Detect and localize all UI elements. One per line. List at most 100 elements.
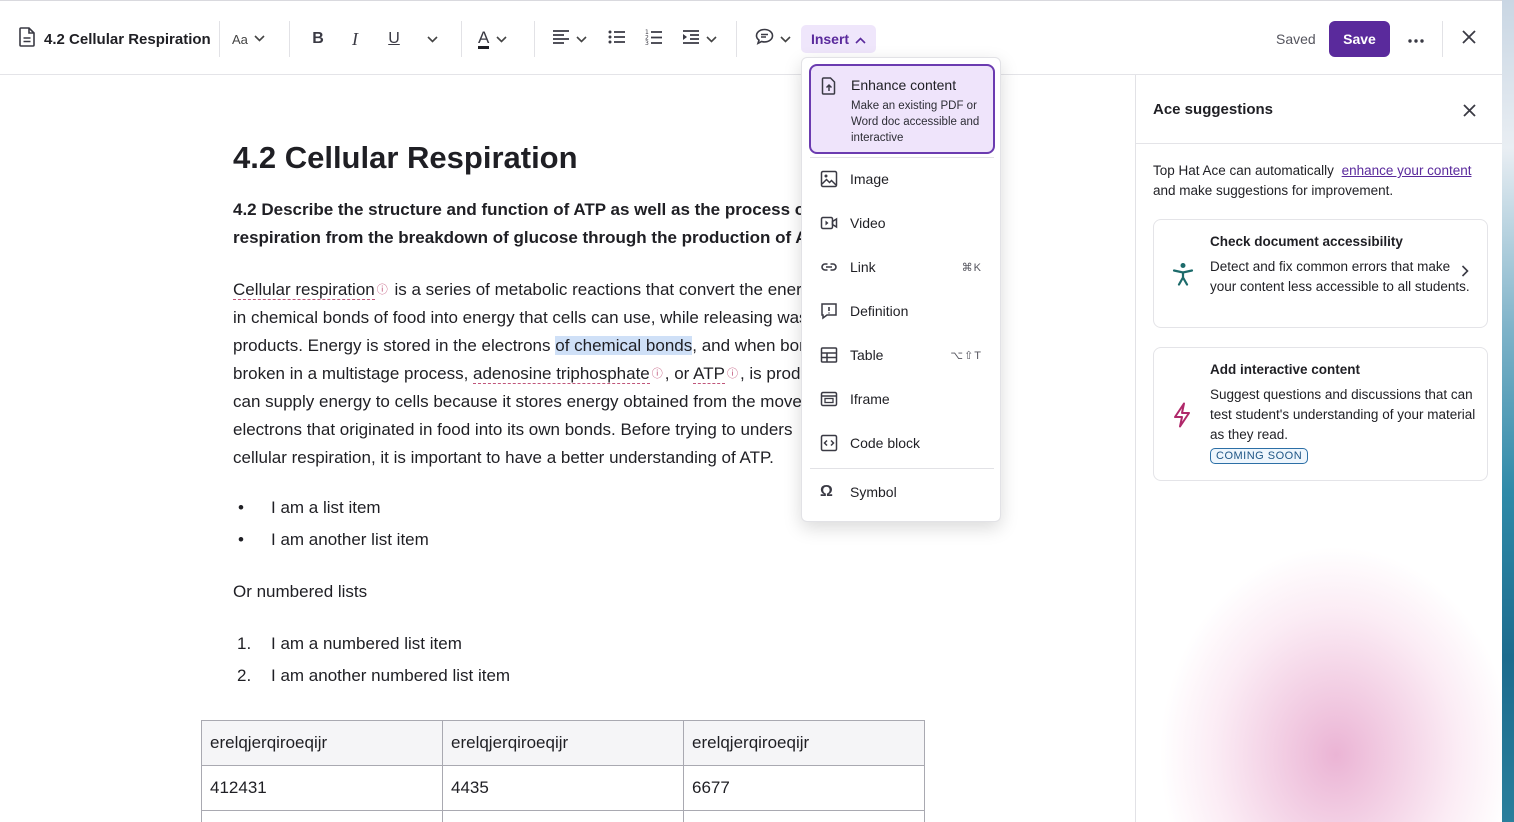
definition-marker-icon[interactable]: ⓘ xyxy=(377,284,388,296)
intro-text: Top Hat Ace can automatically xyxy=(1153,163,1334,178)
comment-icon xyxy=(755,28,774,50)
ace-suggestions-panel: Ace suggestions Top Hat Ace can automati… xyxy=(1135,75,1502,822)
menu-item-image[interactable]: Image xyxy=(802,161,1000,197)
insert-button[interactable]: Insert xyxy=(801,25,876,53)
paragraph-line: can supply energy to cells because it st… xyxy=(233,392,802,411)
table-row xyxy=(201,810,925,822)
enhance-content-description: Make an existing PDF or Word doc accessi… xyxy=(851,100,980,144)
menu-item-code-block[interactable]: Code block xyxy=(802,425,1000,461)
paragraph-text: is a series of metabolic reactions that … xyxy=(394,280,802,299)
chevron-down-icon xyxy=(496,30,507,48)
menu-item-label: Image xyxy=(850,171,889,187)
font-size-dropdown[interactable]: Aa xyxy=(232,25,265,53)
definition-marker-icon[interactable]: ⓘ xyxy=(727,368,738,380)
panel-title: Ace suggestions xyxy=(1153,101,1274,118)
align-left-icon xyxy=(552,29,570,50)
indent-icon xyxy=(682,29,700,50)
menu-item-iframe[interactable]: Iframe xyxy=(802,381,1000,417)
accessibility-icon xyxy=(1172,262,1194,286)
enhance-content-option[interactable]: Enhance content Make an existing PDF or … xyxy=(809,64,995,154)
table-cell[interactable] xyxy=(442,810,684,822)
align-dropdown[interactable] xyxy=(552,25,587,53)
menu-item-label: Video xyxy=(850,215,886,231)
menu-divider xyxy=(810,157,994,158)
document-title: 4.2 Cellular Respiration xyxy=(44,30,211,48)
table-row: 412431 4435 6677 xyxy=(201,765,925,811)
more-horizontal-icon xyxy=(1408,30,1424,48)
table-cell[interactable]: 412431 xyxy=(201,765,443,811)
chevron-down-icon xyxy=(706,30,717,48)
underline-button[interactable]: U xyxy=(380,25,408,53)
more-formatting-dropdown[interactable] xyxy=(418,25,446,53)
close-editor-button[interactable] xyxy=(1455,25,1483,53)
table-cell[interactable] xyxy=(683,810,925,822)
italic-button[interactable]: I xyxy=(341,25,369,53)
check-accessibility-card[interactable]: Check document accessibility Detect and … xyxy=(1153,219,1488,328)
data-table: erelqjerqiroeqijr erelqjerqiroeqijr erel… xyxy=(201,720,925,822)
paragraph-line: broken in a multistage process, adenosin… xyxy=(233,360,813,388)
numbered-list-button[interactable]: 123 xyxy=(640,25,668,53)
panel-intro: Top Hat Ace can automatically enhance yo… xyxy=(1153,161,1488,201)
paragraph-text: products. Energy is stored in the electr… xyxy=(233,336,556,355)
paragraph-line: products. Energy is stored in the electr… xyxy=(233,332,813,360)
table-cell[interactable]: 4435 xyxy=(442,765,684,811)
menu-item-table[interactable]: Table ⌥⇧T xyxy=(802,337,1000,373)
table-cell[interactable]: erelqjerqiroeqijr xyxy=(442,720,684,766)
comment-dropdown[interactable] xyxy=(755,25,791,53)
table-cell[interactable]: erelqjerqiroeqijr xyxy=(201,720,443,766)
close-panel-button[interactable] xyxy=(1458,99,1480,121)
menu-item-label: Link xyxy=(850,259,876,275)
chevron-down-icon xyxy=(576,30,587,48)
close-icon xyxy=(1462,103,1476,117)
coming-soon-badge: COMING SOON xyxy=(1210,448,1309,464)
glossary-term[interactable]: Cellular respiration xyxy=(233,280,375,300)
toolbar-divider xyxy=(534,21,535,57)
menu-item-link[interactable]: Link ⌘K xyxy=(802,249,1000,285)
svg-text:3: 3 xyxy=(645,40,649,46)
menu-item-video[interactable]: Video xyxy=(802,205,1000,241)
video-icon xyxy=(820,214,838,232)
objective-line: respiration from the breakdown of glucos… xyxy=(233,228,813,247)
selected-text[interactable]: of chemical bonds xyxy=(555,336,693,355)
body-paragraph: Cellular respiration ⓘ is a series of met… xyxy=(233,276,813,472)
toolbar-divider xyxy=(736,21,737,57)
upload-file-icon xyxy=(821,77,837,95)
glossary-term[interactable]: ATP xyxy=(693,364,725,384)
paragraph-line: electrons that originated in food into i… xyxy=(233,420,793,439)
card-description: Detect and fix common errors that make y… xyxy=(1210,259,1470,294)
menu-item-symbol[interactable]: Ω Symbol xyxy=(802,474,1000,510)
save-button[interactable]: Save xyxy=(1329,21,1390,57)
paragraph-text: , is produ xyxy=(739,364,810,383)
bold-button[interactable]: B xyxy=(304,25,332,53)
definition-icon xyxy=(820,302,838,320)
text-color-icon: A xyxy=(478,28,490,49)
more-options-button[interactable] xyxy=(1402,25,1430,53)
font-size-label: Aa xyxy=(232,31,248,47)
paragraph-text: broken in a multistage process, xyxy=(233,364,474,383)
editor-toolbar: 4.2 Cellular Respiration Aa B I U A 1 2 … xyxy=(0,0,1502,75)
card-title: Add interactive content xyxy=(1210,362,1361,377)
paragraph-line: Cellular respiration ⓘ is a series of met… xyxy=(233,276,813,304)
background-strip xyxy=(1502,0,1514,822)
chevron-down-icon xyxy=(254,34,265,45)
intro-text: and make suggestions for improvement. xyxy=(1153,183,1394,198)
chevron-up-icon xyxy=(855,31,866,47)
table-cell[interactable] xyxy=(201,810,443,822)
menu-item-definition[interactable]: Definition xyxy=(802,293,1000,329)
list-number: 2. xyxy=(237,666,252,685)
add-interactive-content-card: Add interactive content Suggest question… xyxy=(1153,347,1488,481)
list-number: 1. xyxy=(237,634,252,653)
definition-marker-icon[interactable]: ⓘ xyxy=(652,368,663,380)
glossary-term[interactable]: adenosine triphosphate xyxy=(473,364,650,384)
table-cell[interactable]: erelqjerqiroeqijr xyxy=(683,720,925,766)
lightning-icon xyxy=(1172,402,1194,428)
toolbar-divider xyxy=(461,21,462,57)
table-cell[interactable]: 6677 xyxy=(683,765,925,811)
indent-dropdown[interactable] xyxy=(682,25,717,53)
chevron-right-icon xyxy=(1461,264,1469,282)
bullet-list-button[interactable] xyxy=(603,25,631,53)
text-color-dropdown[interactable]: A xyxy=(478,25,507,53)
enhance-content-link[interactable]: enhance your content xyxy=(1342,163,1472,178)
menu-item-label: Table xyxy=(850,347,884,363)
image-icon xyxy=(820,170,838,188)
